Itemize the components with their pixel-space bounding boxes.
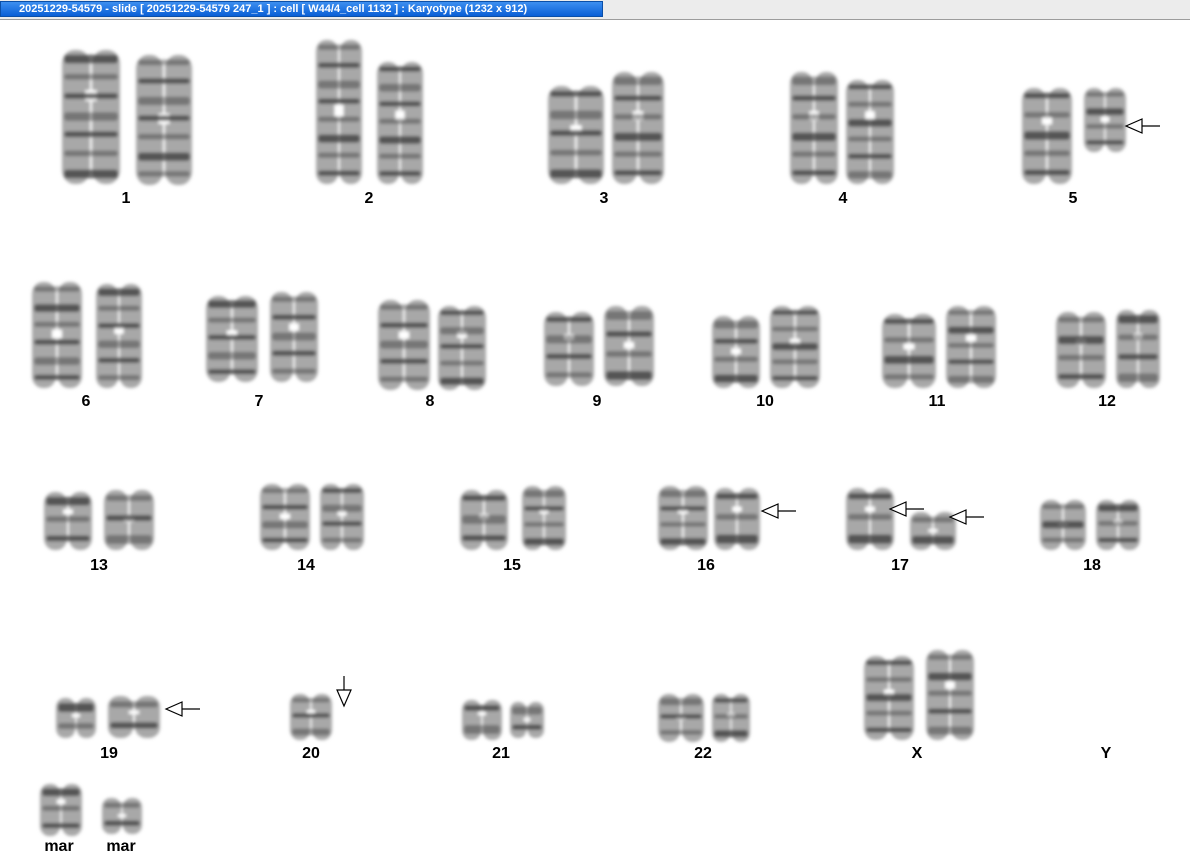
chromosome[interactable]	[846, 80, 894, 184]
chromosome[interactable]	[1040, 500, 1086, 550]
chromosome[interactable]	[548, 86, 604, 184]
chromosome[interactable]	[377, 62, 423, 184]
chromosome[interactable]	[62, 50, 120, 184]
chromosome[interactable]	[1056, 312, 1106, 388]
annotation-arrow	[1124, 118, 1160, 134]
chromosome[interactable]	[910, 512, 956, 550]
chromosome[interactable]	[712, 694, 750, 742]
chromosome-label: 15	[503, 557, 521, 574]
chromosome[interactable]	[206, 296, 258, 382]
chromosome[interactable]	[604, 306, 654, 386]
chromosome-label: 13	[90, 557, 108, 574]
chromosome[interactable]	[108, 696, 160, 738]
chromosome-label: 1	[121, 190, 131, 207]
chromosome[interactable]	[510, 702, 544, 738]
chromosome-label: 3	[599, 190, 609, 207]
annotation-arrow	[164, 701, 200, 717]
chromosome[interactable]	[40, 784, 82, 836]
chromosome[interactable]	[290, 694, 332, 740]
chromosome[interactable]	[612, 72, 664, 184]
chromosome[interactable]	[790, 72, 838, 184]
chromosome-label: 8	[425, 393, 435, 410]
annotation-arrow	[760, 503, 796, 519]
chromosome-label: 9	[592, 393, 602, 410]
chromosome-label: 12	[1098, 393, 1116, 410]
chromosome-label: 6	[81, 393, 91, 410]
chromosome-label: X	[911, 745, 923, 762]
chromosome[interactable]	[522, 486, 566, 550]
chromosome[interactable]	[270, 292, 318, 382]
chromosome[interactable]	[136, 55, 192, 185]
chromosome-label: 19	[100, 745, 118, 762]
chromosome[interactable]	[770, 306, 820, 388]
chromosome[interactable]	[926, 650, 974, 740]
chromosome[interactable]	[1084, 88, 1126, 152]
chromosome[interactable]	[714, 488, 760, 550]
chromosome[interactable]	[56, 698, 96, 738]
chromosome[interactable]	[712, 316, 760, 388]
chromosome-label: 10	[756, 393, 774, 410]
chromosome-label: 14	[297, 557, 315, 574]
chromosome[interactable]	[946, 306, 996, 388]
chromosome[interactable]	[462, 700, 502, 740]
chromosome-label: 11	[928, 393, 946, 410]
chromosome[interactable]	[96, 284, 142, 388]
chromosome-label: 18	[1083, 557, 1101, 574]
chromosome[interactable]	[316, 40, 362, 184]
chromosome[interactable]	[1096, 500, 1140, 550]
chromosome-label: mar	[106, 838, 136, 855]
chromosome[interactable]	[438, 306, 486, 390]
chromosome[interactable]	[104, 490, 154, 550]
chromosome[interactable]	[658, 694, 704, 742]
chromosome[interactable]	[544, 312, 594, 386]
chromosome-label: 4	[838, 190, 848, 207]
chromosome[interactable]	[378, 300, 430, 390]
chromosome[interactable]	[320, 484, 364, 550]
chromosome[interactable]	[460, 490, 508, 550]
chromosome-label: 17	[891, 557, 909, 574]
chromosome[interactable]	[102, 798, 142, 834]
chromosome-label: 22	[694, 745, 712, 762]
chromosome[interactable]	[1022, 88, 1072, 184]
chromosome[interactable]	[864, 656, 914, 740]
chromosome-label: 7	[254, 393, 264, 410]
karyotype-window: 20251229-54579 - slide [ 20251229-54579 …	[0, 0, 1190, 867]
chromosome[interactable]	[260, 484, 310, 550]
annotation-arrow	[336, 676, 352, 708]
chromosome[interactable]	[882, 314, 936, 388]
chromosome[interactable]	[32, 282, 82, 388]
chromosome[interactable]	[658, 486, 708, 550]
chromosome[interactable]	[1116, 310, 1160, 388]
chromosome-label: mar	[44, 838, 74, 855]
chromosome-canvas	[32, 40, 1160, 836]
chromosome-label: 21	[492, 745, 510, 762]
chromosome[interactable]	[846, 488, 894, 550]
chromosome[interactable]	[44, 492, 92, 550]
chromosome-label: 2	[364, 190, 374, 207]
chromosome-label: Y	[1100, 745, 1112, 762]
chromosome-label: 16	[697, 557, 715, 574]
chromosome-label: 5	[1068, 190, 1078, 207]
chromosome-label: 20	[302, 745, 320, 762]
